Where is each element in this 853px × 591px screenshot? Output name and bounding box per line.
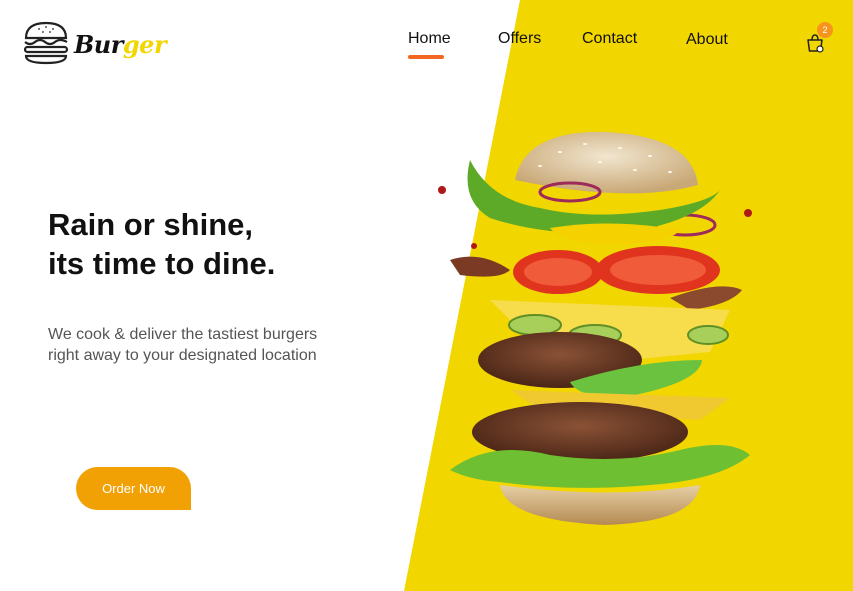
nav-home-link[interactable]: Home — [408, 30, 451, 48]
nav-about-link[interactable]: About — [686, 31, 728, 49]
burger-image — [438, 131, 752, 525]
navbar: Burger Home Offers Contact About 2 — [0, 0, 853, 80]
hero-subtitle-line1: We cook & deliver the tastiest burgers — [48, 326, 318, 343]
nav-active-indicator — [408, 55, 444, 59]
hero-title: Rain or shine, its time to dine. — [48, 205, 275, 283]
nav-contact-link[interactable]: Contact — [582, 30, 637, 48]
burger-logo-icon — [23, 21, 69, 65]
nav-offers-link[interactable]: Offers — [498, 30, 541, 48]
cart-button[interactable]: 2 — [803, 22, 833, 54]
logo[interactable]: Burger — [22, 20, 167, 66]
order-now-button[interactable]: Order Now — [76, 467, 191, 510]
hero-title-line1: Rain or shine, — [48, 207, 253, 242]
brand-name: Burger — [74, 29, 167, 59]
hero-title-line2: its time to dine. — [48, 246, 276, 281]
cart-count-badge: 2 — [817, 22, 833, 38]
hero-subtitle-line2: right away to your designated location — [48, 347, 317, 364]
hero-subtitle: We cook & deliver the tastiest burgers r… — [48, 324, 368, 366]
brand-name-part2: ger — [122, 29, 167, 59]
brand-name-part1: Bur — [74, 29, 123, 59]
